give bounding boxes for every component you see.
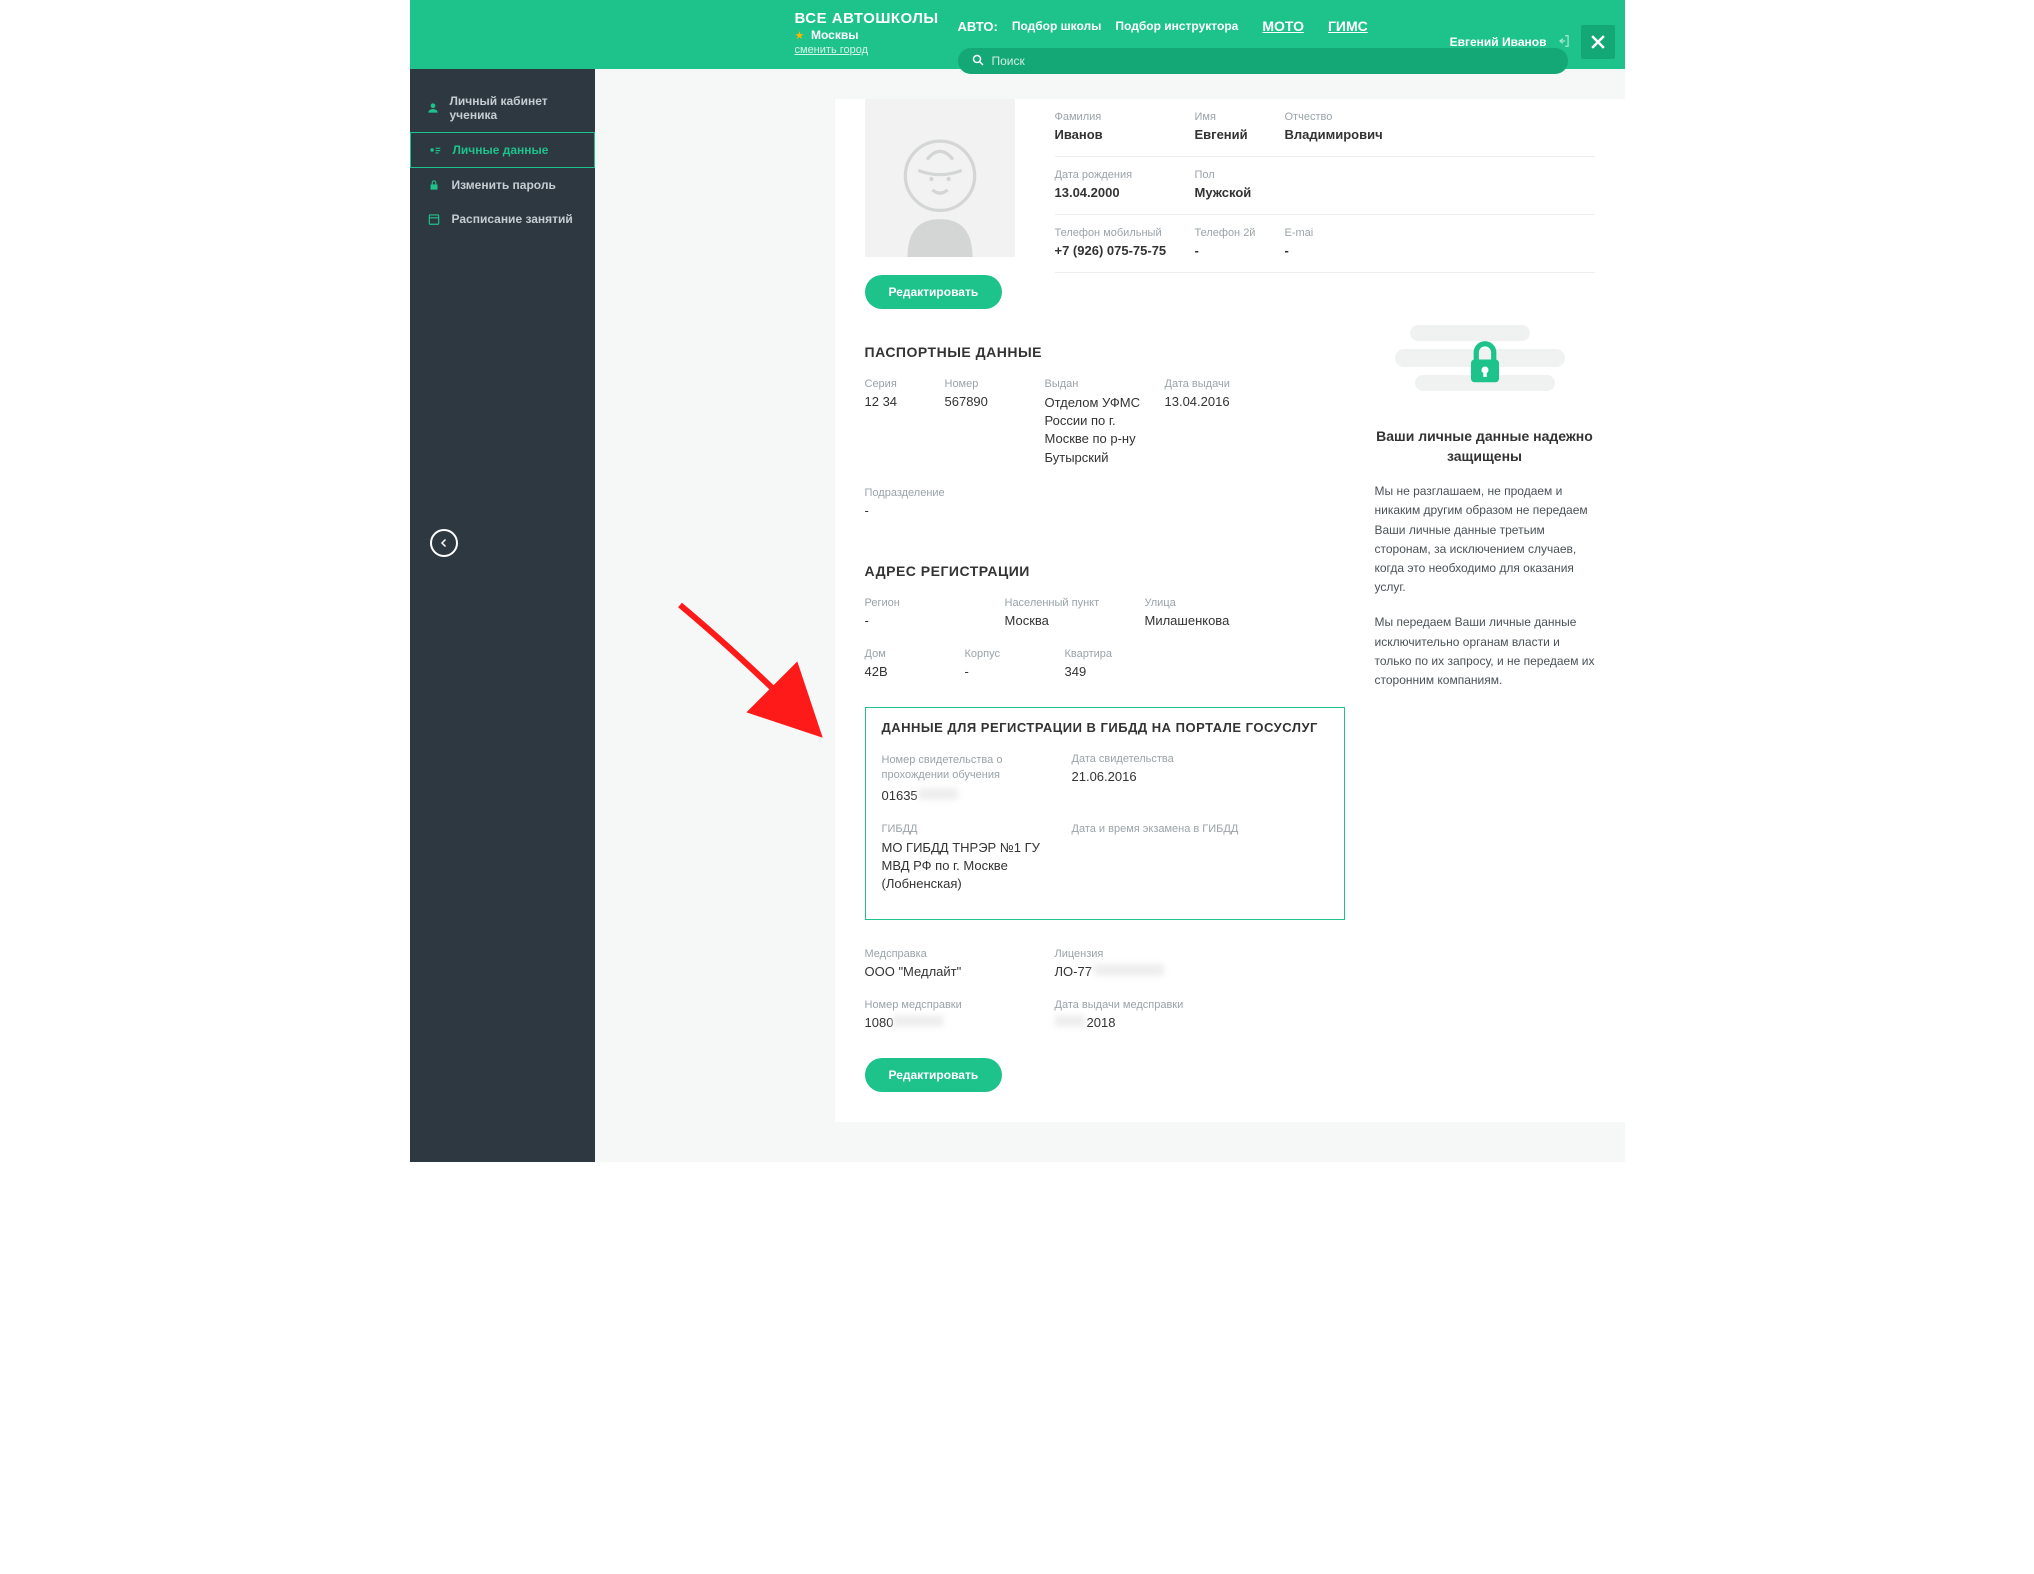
brand: ВСЕ АВТОШКОЛЫ ★ Москвы сменить город	[795, 10, 939, 56]
flat-label: Квартира	[1065, 648, 1113, 660]
medref-value: ООО "Медлайт"	[865, 964, 1035, 979]
sidebar: Личный кабинет ученика Личные данные Изм…	[410, 69, 595, 1162]
series-value: 12 34	[865, 394, 925, 409]
pdate-value: 13.04.2016	[1165, 394, 1265, 409]
lic-value: ЛО-77	[1055, 964, 1164, 979]
top-header: ВСЕ АВТОШКОЛЫ ★ Москвы сменить город АВТ…	[410, 0, 1625, 69]
top-nav: АВТО: Подбор школы Подбор инструктора МО…	[958, 18, 1368, 34]
brand-title: ВСЕ АВТОШКОЛЫ	[795, 10, 939, 27]
edit-profile-button[interactable]: Редактировать	[865, 275, 1003, 309]
house-value: 42В	[865, 664, 945, 679]
lic-label: Лицензия	[1055, 948, 1164, 960]
patronymic-value: Владимирович	[1285, 127, 1425, 142]
name-value: Евгений	[1195, 127, 1285, 142]
sidebar-item-personal[interactable]: Личные данные	[410, 132, 595, 168]
city-label: Населенный пункт	[1005, 597, 1125, 609]
sidebar-item-cabinet[interactable]: Личный кабинет ученика	[410, 84, 595, 132]
sidebar-label: Изменить пароль	[452, 178, 556, 192]
sidebar-label: Личный кабинет ученика	[450, 94, 579, 122]
pdiv-value: -	[865, 503, 945, 518]
id-icon	[427, 143, 443, 157]
search-icon	[972, 54, 984, 69]
building-value: -	[965, 664, 1045, 679]
sidebar-item-schedule[interactable]: Расписание занятий	[410, 202, 595, 236]
user-icon	[426, 101, 440, 115]
avatar-icon	[885, 127, 995, 257]
gender-label: Пол	[1195, 169, 1335, 181]
address-title: АДРЕС РЕГИСТРАЦИИ	[865, 563, 1345, 579]
pnumber-value: 567890	[945, 394, 1025, 409]
email-value: -	[1285, 243, 1345, 258]
brand-city: Москвы	[811, 28, 858, 42]
dob-value: 13.04.2000	[1055, 185, 1195, 200]
edit-docs-button[interactable]: Редактировать	[865, 1058, 1003, 1092]
region-value: -	[865, 613, 985, 628]
building-label: Корпус	[965, 648, 1045, 660]
phone2-value: -	[1195, 243, 1285, 258]
city-value: Москва	[1005, 613, 1125, 628]
dob-label: Дата рождения	[1055, 169, 1195, 181]
nav-gims-link[interactable]: ГИМС	[1328, 18, 1368, 34]
phone2-label: Телефон 2й	[1195, 227, 1285, 239]
cert-label: Номер свидетельства о прохождении обучен…	[882, 753, 1052, 784]
dept-label: ГИБДД	[882, 823, 1052, 835]
street-value: Милашенкова	[1145, 613, 1230, 628]
meddate-label: Дата выдачи медсправки	[1055, 999, 1184, 1011]
star-icon: ★	[795, 30, 805, 42]
email-label: E-mai	[1285, 227, 1345, 239]
sidebar-label: Личные данные	[453, 143, 549, 157]
cert-value: 01635	[882, 788, 1052, 803]
calendar-icon	[426, 212, 442, 226]
privacy-text-2: Мы передаем Ваши личные данные исключите…	[1375, 613, 1595, 690]
medref-label: Медсправка	[865, 948, 1035, 960]
nav-moto-link[interactable]: МОТО	[1262, 18, 1304, 34]
region-label: Регион	[865, 597, 985, 609]
close-button[interactable]	[1581, 25, 1615, 59]
dept-value: МО ГИБДД ТНРЭР №1 ГУ МВД РФ по г. Москве…	[882, 839, 1052, 894]
phone-value: +7 (926) 075-75-75	[1055, 243, 1195, 258]
nav-auto-label: АВТО:	[958, 19, 998, 34]
content-area: Редактировать Фамилия Иванов Имя Евгений О…	[595, 69, 1625, 1162]
name-label: Имя	[1195, 111, 1285, 123]
gibdd-title: ДАННЫЕ ДЛЯ РЕГИСТРАЦИИ В ГИБДД НА ПОРТАЛ…	[882, 720, 1328, 735]
sidebar-item-password[interactable]: Изменить пароль	[410, 168, 595, 202]
series-label: Серия	[865, 378, 925, 390]
issued-value: Отделом УФМС России по г. Москве по р-ну…	[1045, 394, 1145, 467]
flat-value: 349	[1065, 664, 1113, 679]
logout-icon[interactable]	[1557, 34, 1571, 51]
change-city-link[interactable]: сменить город	[795, 44, 939, 56]
avatar-placeholder	[865, 99, 1015, 257]
patronymic-label: Отчество	[1285, 111, 1425, 123]
lock-icon	[426, 178, 442, 192]
house-label: Дом	[865, 648, 945, 660]
exam-label: Дата и время экзамена в ГИБДД	[1072, 823, 1239, 835]
surname-label: Фамилия	[1055, 111, 1195, 123]
pdiv-label: Подразделение	[865, 487, 945, 499]
nav-instructor-link[interactable]: Подбор инструктора	[1115, 19, 1238, 33]
sidebar-label: Расписание занятий	[452, 212, 573, 226]
cert-date-label: Дата свидетельства	[1072, 753, 1174, 765]
sidebar-collapse-handle[interactable]	[430, 529, 458, 557]
issued-label: Выдан	[1045, 378, 1145, 390]
gibdd-box: ДАННЫЕ ДЛЯ РЕГИСТРАЦИИ В ГИБДД НА ПОРТАЛ…	[865, 707, 1345, 920]
pnumber-label: Номер	[945, 378, 1025, 390]
privacy-badge	[1390, 319, 1580, 409]
profile-card: Редактировать Фамилия Иванов Имя Евгений О…	[835, 99, 1625, 1122]
mednum-value: 1080	[865, 1015, 1035, 1030]
surname-value: Иванов	[1055, 127, 1195, 142]
meddate-value: 2018	[1055, 1015, 1184, 1030]
user-area: Евгений Иванов	[1450, 25, 1615, 59]
user-name[interactable]: Евгений Иванов	[1450, 35, 1547, 49]
gender-value: Мужской	[1195, 185, 1335, 200]
mednum-label: Номер медсправки	[865, 999, 1035, 1011]
nav-school-link[interactable]: Подбор школы	[1012, 19, 1102, 33]
lock-icon	[1464, 338, 1506, 391]
passport-title: ПАСПОРТНЫЕ ДАННЫЕ	[865, 344, 1345, 360]
street-label: Улица	[1145, 597, 1230, 609]
privacy-text-1: Мы не разглашаем, не продаем и никаким д…	[1375, 482, 1595, 597]
privacy-title: Ваши личные данные надежно защищены	[1375, 427, 1595, 466]
phone-label: Телефон мобильный	[1055, 227, 1195, 239]
cert-date-value: 21.06.2016	[1072, 769, 1174, 784]
pdate-label: Дата выдачи	[1165, 378, 1265, 390]
